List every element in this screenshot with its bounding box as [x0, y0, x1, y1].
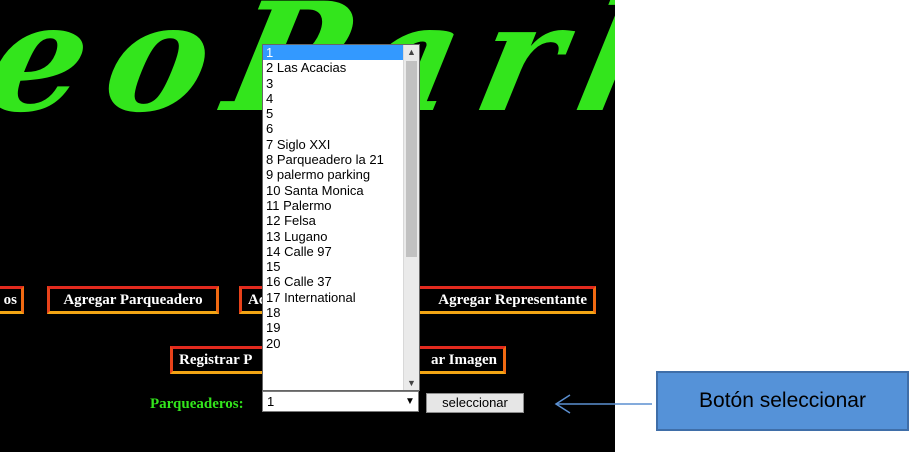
dropdown-option[interactable]: 8 Parqueadero la 21: [263, 152, 405, 167]
dropdown-option[interactable]: 16 Calle 37: [263, 274, 405, 289]
parqueaderos-select[interactable]: 1 ▼: [262, 391, 419, 412]
dropdown-option[interactable]: 12 Felsa: [263, 213, 405, 228]
scroll-up-arrow-icon[interactable]: ▲: [404, 45, 419, 59]
agregar-parqueadero-button[interactable]: Agregar Parqueadero: [47, 286, 219, 314]
parqueaderos-dropdown-list[interactable]: 12 Las Acacias 3 4 5 6 7 Siglo XXI 8 Parqueade…: [262, 44, 420, 391]
dropdown-option[interactable]: 1: [263, 45, 405, 61]
parqueaderos-label: Parqueaderos:: [150, 396, 244, 412]
dropdown-option[interactable]: 9 palermo parking: [263, 167, 405, 182]
select-value: 1: [267, 394, 275, 409]
agregar-representante-button[interactable]: Agregar Representante: [406, 286, 596, 314]
dropdown-option[interactable]: 19: [263, 320, 405, 335]
dropdown-option[interactable]: 14 Calle 97: [263, 244, 405, 259]
option-list: 12 Las Acacias 3 4 5 6 7 Siglo XXI 8 Parqueade…: [263, 45, 405, 351]
dropdown-option[interactable]: 17 International: [263, 290, 405, 305]
dropdown-option[interactable]: 5: [263, 106, 405, 121]
dropdown-option[interactable]: 13 Lugano: [263, 229, 405, 244]
dropdown-option[interactable]: 20: [263, 336, 405, 351]
dropdown-option[interactable]: 15: [263, 259, 405, 274]
dropdown-option[interactable]: 11 Palermo: [263, 198, 405, 213]
callout-box: Botón seleccionar: [656, 371, 909, 431]
dropdown-option[interactable]: 2 Las Acacias: [263, 60, 405, 75]
nav-button-partial-left[interactable]: os: [0, 286, 24, 314]
left-arrow-icon: [554, 394, 652, 414]
seleccionar-button[interactable]: seleccionar: [426, 393, 524, 413]
scrollbar-thumb[interactable]: [406, 61, 417, 257]
dropdown-option[interactable]: 4: [263, 91, 405, 106]
dropdown-option[interactable]: 3: [263, 76, 405, 91]
chevron-down-icon[interactable]: ▼: [403, 393, 417, 410]
dropdown-scrollbar[interactable]: ▲ ▼: [403, 45, 419, 390]
callout-text: Botón seleccionar: [699, 389, 866, 412]
app-panel: eoParkir os Agregar Parqueadero Ac Agreg…: [0, 0, 615, 452]
dropdown-option[interactable]: 18: [263, 305, 405, 320]
dropdown-option[interactable]: 6: [263, 121, 405, 136]
dropdown-option[interactable]: 10 Santa Monica: [263, 183, 405, 198]
dropdown-option[interactable]: 7 Siglo XXI: [263, 137, 405, 152]
scroll-down-arrow-icon[interactable]: ▼: [404, 376, 419, 390]
